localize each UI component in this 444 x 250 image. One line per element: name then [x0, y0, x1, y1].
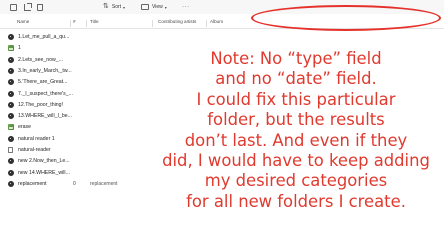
annotation-note: Note: No “type” field and no “date” fiel…: [150, 49, 442, 212]
share-icon: [24, 2, 32, 11]
sort-button[interactable]: ⇅ Sort ▾: [103, 2, 125, 12]
gear-icon: [8, 158, 14, 165]
trash-icon: [37, 3, 43, 11]
rename-button[interactable]: [10, 2, 17, 12]
delete-button[interactable]: [37, 2, 43, 12]
view-label: View: [152, 4, 163, 10]
file-name: natural-reader: [18, 147, 51, 153]
column-album[interactable]: Album: [210, 19, 223, 24]
more-options-button[interactable]: ···: [182, 2, 190, 12]
file-name: 3.In_early_March,_tw...: [18, 67, 72, 74]
file-row[interactable]: erase: [0, 122, 160, 132]
gear-icon: [8, 113, 14, 120]
view-icon: [141, 4, 149, 10]
gear-icon: [8, 101, 14, 108]
file-row[interactable]: natural reader 1: [0, 134, 160, 144]
column-name[interactable]: Name: [17, 19, 29, 24]
file-name: new 14.WHERE_will...: [18, 169, 70, 176]
file-name: 1.Let_me_pull_a_qu...: [18, 34, 70, 40]
sort-label: Sort: [111, 4, 122, 10]
gear-icon: [8, 169, 14, 176]
column-divider[interactable]: [152, 20, 153, 27]
gear-icon: [8, 67, 14, 74]
file-title: replacement: [90, 180, 118, 187]
annotation-line: and no “date” field.: [215, 69, 377, 89]
image-icon: [8, 124, 14, 131]
annotation-line: Note: No “type” field: [210, 49, 382, 68]
highlight-oval: [251, 5, 441, 31]
file-number: 0: [73, 180, 76, 187]
file-row[interactable]: new 14.WHERE_will...: [0, 168, 160, 178]
column-divider[interactable]: [206, 20, 207, 27]
file-name: 2.Lets_see_now_...: [18, 56, 63, 63]
column-divider[interactable]: [70, 20, 71, 27]
annotation-line: did, I would have to keep adding: [162, 151, 430, 171]
view-button[interactable]: View ▾: [141, 2, 167, 12]
file-row[interactable]: 13.WHERE_will_I_be...: [0, 111, 160, 121]
document-icon: [8, 146, 13, 153]
file-name: 1: [18, 45, 21, 52]
column-contributing-artists[interactable]: Contributing artists: [158, 19, 196, 24]
file-row[interactable]: 1.Let_me_pull_a_qu...: [0, 32, 160, 42]
annotation-line: my desired categories: [204, 171, 388, 191]
rename-icon: [10, 3, 17, 11]
annotation-line: I could fix this particular: [196, 89, 396, 109]
file-name: new 2.Now_then_Le...: [18, 158, 70, 165]
annotation-line: folder, but the results: [207, 110, 385, 130]
file-name: 7._I_suspect_there's_...: [18, 90, 73, 97]
file-name: 13.WHERE_will_I_be...: [18, 113, 72, 120]
file-row[interactable]: 1: [0, 43, 160, 53]
file-row[interactable]: new 2.Now_then_Le...: [0, 156, 160, 166]
file-row[interactable]: replacement 0 replacement: [0, 179, 160, 189]
column-title[interactable]: Title: [90, 19, 99, 24]
gear-icon: [8, 180, 14, 187]
file-row[interactable]: 5.'There_are_Great...: [0, 77, 160, 87]
more-icon: ···: [182, 4, 190, 10]
share-button[interactable]: [24, 2, 32, 12]
file-name: replacement: [18, 180, 47, 187]
file-name: erase: [18, 124, 31, 131]
sort-icon: ⇅: [103, 3, 109, 10]
column-divider[interactable]: [86, 20, 87, 27]
file-row[interactable]: 12.The_poor_thing!: [0, 100, 160, 110]
column-number[interactable]: #: [73, 19, 76, 24]
file-name: natural reader 1: [18, 135, 55, 142]
chevron-down-icon: ▾: [123, 4, 126, 10]
gear-icon: [8, 34, 14, 40]
file-row[interactable]: 2.Lets_see_now_...: [0, 55, 160, 65]
gear-icon: [8, 90, 14, 97]
file-row[interactable]: natural-reader: [0, 145, 160, 155]
image-icon: [8, 45, 14, 52]
file-row[interactable]: 3.In_early_March,_tw...: [0, 66, 160, 76]
annotation-line: for all new folders I create.: [186, 191, 406, 211]
gear-icon: [8, 56, 14, 63]
chevron-down-icon: ▾: [164, 4, 167, 10]
file-name: 12.The_poor_thing!: [18, 101, 63, 108]
file-row[interactable]: 7._I_suspect_there's_...: [0, 89, 160, 99]
file-name: 5.'There_are_Great...: [18, 79, 68, 86]
gear-icon: [8, 79, 14, 86]
annotation-line: don’t last. And even if they: [184, 130, 408, 150]
gear-icon: [8, 135, 14, 142]
